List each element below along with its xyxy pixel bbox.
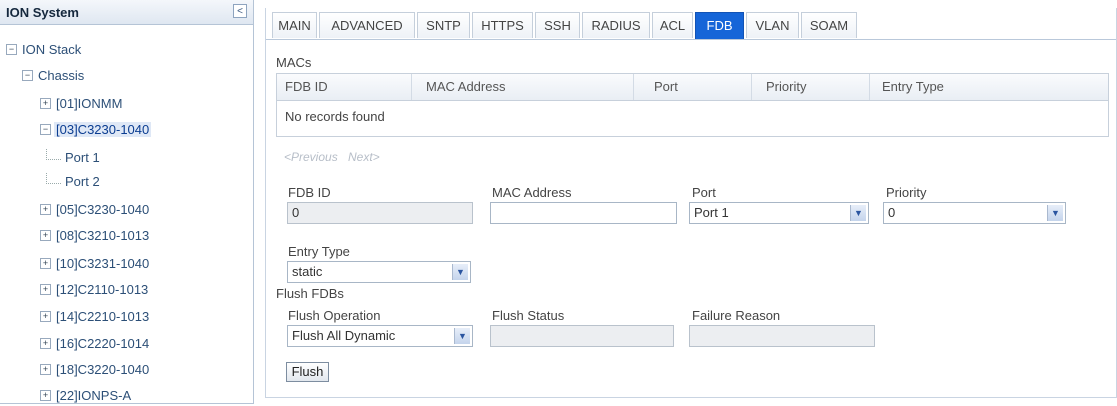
- flush-button[interactable]: Flush: [286, 362, 329, 382]
- column-header-entry-type[interactable]: Entry Type: [870, 74, 1108, 100]
- tree-node-label[interactable]: Port 2: [63, 174, 102, 189]
- macs-table-header: FDB ID MAC Address Port Priority Entry T…: [277, 74, 1108, 101]
- column-header-mac-address[interactable]: MAC Address: [412, 74, 634, 100]
- flush-status-label: Flush Status: [492, 308, 565, 323]
- column-header-port[interactable]: Port: [634, 74, 752, 100]
- tab-https[interactable]: HTTPS: [472, 12, 533, 38]
- tree-title: ION System: [6, 5, 79, 20]
- tab-advanced[interactable]: ADVANCED: [319, 12, 415, 38]
- tree-node-label[interactable]: Chassis: [36, 68, 86, 83]
- mac-address-input[interactable]: [490, 202, 677, 224]
- tree-node-12-c2110-1013[interactable]: + [12]C2110-1013: [40, 280, 150, 300]
- column-header-priority[interactable]: Priority: [752, 74, 870, 100]
- tree-node-08-c3210-1013[interactable]: + [08]C3210-1013: [40, 226, 151, 246]
- column-header-fdb-id[interactable]: FDB ID: [277, 74, 412, 100]
- tree-node-01-ionmm[interactable]: + [01]IONMM: [40, 94, 124, 114]
- expand-icon[interactable]: +: [40, 204, 51, 216]
- tree-node-label[interactable]: [10]C3231-1040: [54, 256, 151, 271]
- tree-node-port-1[interactable]: Port 1: [46, 148, 102, 168]
- tree-node-22-ionps-a[interactable]: + [22]IONPS-A: [40, 386, 133, 406]
- tree-node-label[interactable]: [03]C3230-1040: [54, 122, 152, 137]
- tree-node-port-2[interactable]: Port 2: [46, 172, 102, 192]
- collapse-icon[interactable]: −: [6, 44, 17, 56]
- priority-select[interactable]: 0 ▼: [883, 202, 1066, 224]
- tree-node-label[interactable]: [18]C3220-1040: [54, 362, 151, 377]
- fdb-id-field: 0: [287, 202, 473, 224]
- flush-operation-label: Flush Operation: [288, 308, 381, 323]
- failure-reason-field: [689, 325, 875, 347]
- tree-node-ion-stack[interactable]: − ION Stack: [6, 40, 83, 60]
- pager-previous-link[interactable]: <Previous: [284, 150, 338, 164]
- expand-icon[interactable]: +: [40, 230, 51, 242]
- port-select-value: Port 1: [694, 205, 729, 220]
- tab-sntp[interactable]: SNTP: [417, 12, 470, 38]
- flush-operation-select-value: Flush All Dynamic: [292, 328, 396, 343]
- expand-icon[interactable]: +: [40, 284, 51, 296]
- entry-type-select-value: static: [292, 264, 323, 279]
- collapse-icon[interactable]: −: [22, 70, 33, 82]
- expand-icon[interactable]: +: [40, 364, 51, 376]
- port-select[interactable]: Port 1 ▼: [689, 202, 869, 224]
- chevron-down-icon[interactable]: ▼: [454, 328, 470, 344]
- flush-section-title: Flush FDBs: [276, 286, 344, 301]
- tab-bar: MAIN ADVANCED SNTP HTTPS SSH RADIUS ACL …: [266, 8, 1116, 40]
- tab-acl[interactable]: ACL: [652, 12, 693, 38]
- collapse-panel-button[interactable]: <: [233, 4, 247, 18]
- priority-select-value: 0: [888, 205, 896, 220]
- tree-connector: [46, 173, 61, 184]
- chevron-down-icon[interactable]: ▼: [452, 264, 468, 280]
- expand-icon[interactable]: +: [40, 338, 51, 350]
- port-label: Port: [692, 185, 716, 200]
- tree-node-10-c3231-1040[interactable]: + [10]C3231-1040: [40, 254, 151, 274]
- tree-node-14-c2210-1013[interactable]: + [14]C2210-1013: [40, 307, 151, 327]
- mac-address-label: MAC Address: [492, 185, 572, 200]
- tab-main[interactable]: MAIN: [272, 12, 317, 38]
- tree-node-label[interactable]: [16]C2220-1014: [54, 336, 151, 351]
- tab-fdb[interactable]: FDB: [695, 12, 744, 39]
- tab-radius[interactable]: RADIUS: [582, 12, 650, 38]
- tree-node-label[interactable]: [14]C2210-1013: [54, 309, 151, 324]
- tab-vlan[interactable]: VLAN: [746, 12, 799, 38]
- expand-icon[interactable]: +: [40, 390, 51, 402]
- failure-reason-label: Failure Reason: [692, 308, 781, 323]
- flush-status-field: [490, 325, 674, 347]
- tab-ssh[interactable]: SSH: [535, 12, 580, 38]
- macs-section-title: MACs: [276, 55, 312, 70]
- tree-node-label[interactable]: [08]C3210-1013: [54, 228, 151, 243]
- tree-node-label[interactable]: ION Stack: [20, 42, 83, 57]
- tree-node-03-c3230-1040[interactable]: − [03]C3230-1040: [40, 120, 152, 140]
- tree-node-label[interactable]: [22]IONPS-A: [54, 388, 133, 403]
- chevron-down-icon[interactable]: ▼: [850, 205, 866, 221]
- tree-node-label[interactable]: [01]IONMM: [54, 96, 124, 111]
- chevron-down-icon[interactable]: ▼: [1047, 205, 1063, 221]
- fdb-main-panel: MAIN ADVANCED SNTP HTTPS SSH RADIUS ACL …: [265, 8, 1117, 398]
- tree-connector: [46, 149, 61, 160]
- expand-icon[interactable]: +: [40, 311, 51, 323]
- tree-node-label[interactable]: Port 1: [63, 150, 102, 165]
- macs-table: FDB ID MAC Address Port Priority Entry T…: [276, 73, 1109, 137]
- tree-header: ION System <: [0, 0, 253, 25]
- tab-soam[interactable]: SOAM: [801, 12, 857, 38]
- priority-label: Priority: [886, 185, 927, 200]
- tree-node-16-c2220-1014[interactable]: + [16]C2220-1014: [40, 334, 151, 354]
- tree-node-05-c3230-1040[interactable]: + [05]C3230-1040: [40, 200, 151, 220]
- expand-icon[interactable]: +: [40, 98, 51, 110]
- entry-type-select[interactable]: static ▼: [287, 261, 471, 283]
- navigation-tree-panel: ION System < − ION Stack − Chassis + [01]IO…: [0, 0, 254, 404]
- tree-node-18-c3220-1040[interactable]: + [18]C3220-1040: [40, 360, 151, 380]
- flush-operation-select[interactable]: Flush All Dynamic ▼: [287, 325, 473, 347]
- tree-node-label[interactable]: [05]C3230-1040: [54, 202, 151, 217]
- entry-type-label: Entry Type: [288, 244, 350, 259]
- tree-node-chassis[interactable]: − Chassis: [22, 66, 86, 86]
- pager-next-link[interactable]: Next>: [348, 150, 380, 164]
- empty-table-message: No records found: [285, 109, 385, 124]
- fdb-id-label: FDB ID: [288, 185, 331, 200]
- tree-node-label[interactable]: [12]C2110-1013: [54, 282, 150, 297]
- expand-icon[interactable]: +: [40, 258, 51, 270]
- collapse-icon[interactable]: −: [40, 124, 51, 136]
